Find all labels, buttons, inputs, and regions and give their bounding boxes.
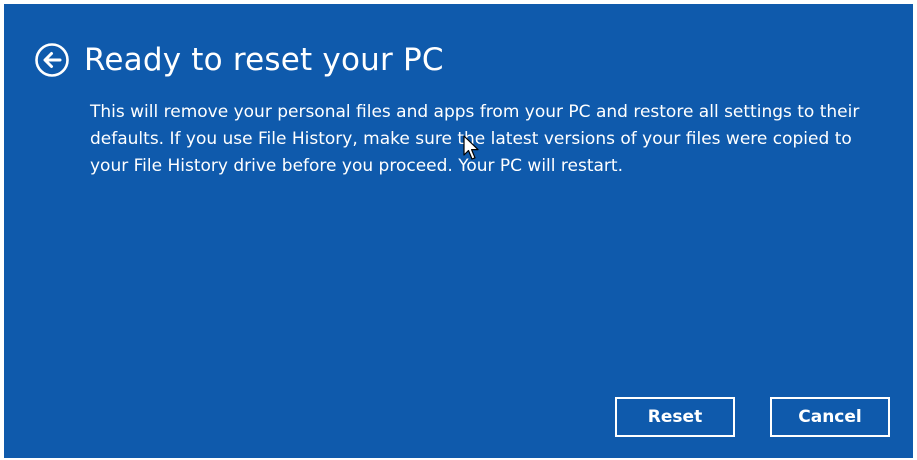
reset-dialog: Ready to reset your PC This will remove … bbox=[4, 4, 913, 458]
dialog-header: Ready to reset your PC bbox=[34, 42, 444, 78]
reset-button[interactable]: Reset bbox=[615, 397, 735, 437]
page-title: Ready to reset your PC bbox=[84, 41, 444, 78]
back-arrow-circle-icon bbox=[35, 43, 69, 77]
reset-description: This will remove your personal files and… bbox=[90, 102, 860, 176]
cancel-button[interactable]: Cancel bbox=[770, 397, 890, 437]
back-button[interactable] bbox=[34, 42, 70, 78]
